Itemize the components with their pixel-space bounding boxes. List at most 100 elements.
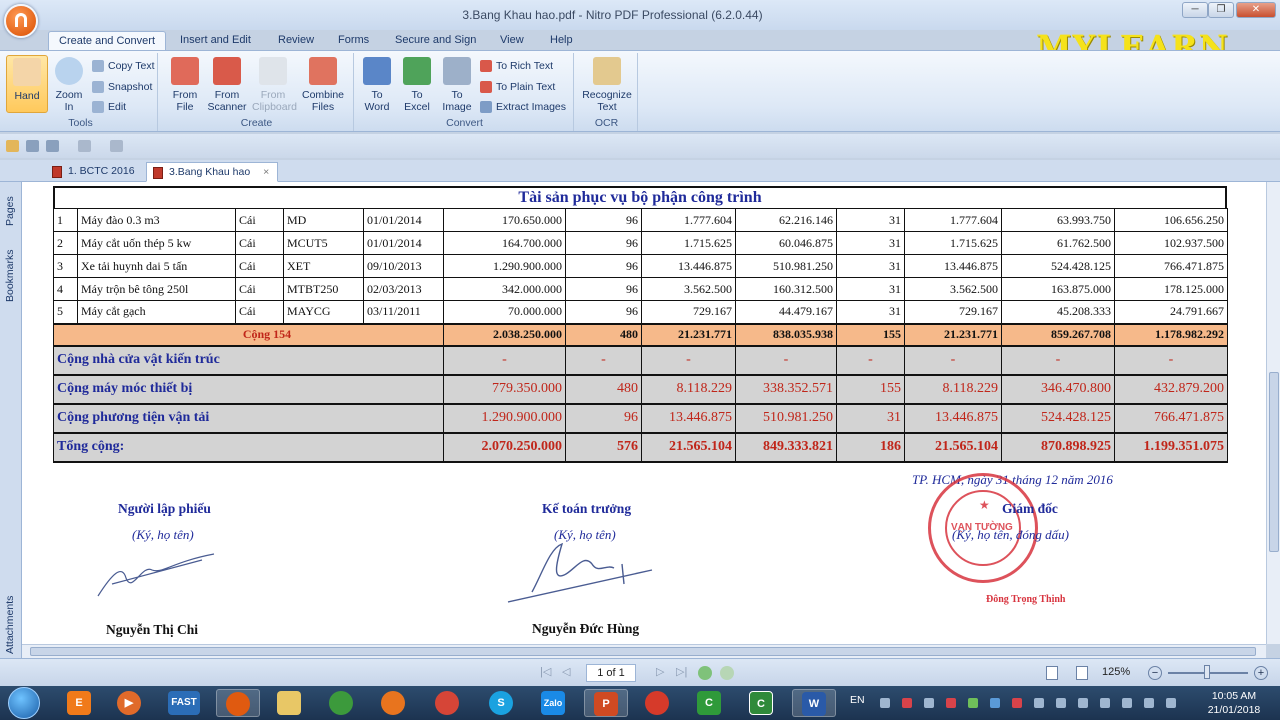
zoom-out-icon[interactable]: − bbox=[1148, 666, 1162, 680]
taskbar-app-13[interactable]: C bbox=[688, 689, 732, 717]
tray-icon-7[interactable] bbox=[1012, 698, 1022, 708]
taskbar-word[interactable]: W bbox=[792, 689, 836, 717]
page-indicator[interactable]: 1 of 1 bbox=[586, 664, 636, 682]
tab-insert-and-edit[interactable]: Insert and Edit bbox=[170, 31, 261, 50]
zoom-in-icon[interactable]: + bbox=[1254, 666, 1268, 680]
tab-create-and-convert[interactable]: Create and Convert bbox=[48, 31, 166, 50]
taskbar-skype[interactable]: S bbox=[480, 689, 524, 717]
taskbar-app-14[interactable]: C bbox=[740, 689, 784, 717]
close-tab-icon[interactable]: × bbox=[263, 166, 269, 178]
edit-button[interactable]: Edit bbox=[92, 98, 126, 116]
group-cell: - bbox=[836, 344, 905, 376]
tray-icon-4[interactable] bbox=[946, 698, 956, 708]
taskbar-app-2[interactable]: ▶ bbox=[108, 689, 152, 717]
app-menu-button[interactable] bbox=[4, 4, 38, 38]
to-image-button[interactable]: To Image bbox=[436, 55, 478, 113]
taskbar-app-3[interactable]: FAST bbox=[162, 689, 206, 717]
restore-button[interactable]: ❐ bbox=[1208, 2, 1234, 18]
undo-icon[interactable] bbox=[78, 140, 91, 152]
from-clipboard-button[interactable]: From Clipboard bbox=[252, 55, 297, 113]
tray-icon-1[interactable] bbox=[880, 698, 890, 708]
taskbar-firefox[interactable] bbox=[372, 689, 416, 717]
table-cell: 2 bbox=[53, 231, 78, 255]
recognize-text-button[interactable]: Recognize Text bbox=[582, 55, 632, 113]
tray-icon-8[interactable] bbox=[1034, 698, 1044, 708]
taskbar-zalo[interactable]: Zalo bbox=[532, 689, 576, 717]
tray-icon-13[interactable] bbox=[1144, 698, 1154, 708]
copy-text-button[interactable]: Copy Text bbox=[92, 57, 155, 75]
from-file-button[interactable]: From File bbox=[164, 55, 206, 113]
back-view-icon[interactable] bbox=[698, 666, 712, 680]
flag-icon[interactable] bbox=[1166, 698, 1176, 708]
redo-icon[interactable] bbox=[110, 140, 123, 152]
print-icon[interactable] bbox=[46, 140, 59, 152]
doc-tab-bctc[interactable]: 1. BCTC 2016 bbox=[46, 162, 143, 182]
attachments-panel-tab[interactable]: Attachments bbox=[4, 596, 16, 654]
tab-forms[interactable]: Forms bbox=[328, 31, 379, 50]
taskbar-app-1[interactable]: E bbox=[58, 689, 102, 717]
zoom-in-button[interactable]: Zoom In bbox=[48, 55, 90, 113]
table-cell: 96 bbox=[565, 300, 642, 324]
taskbar-app-12[interactable] bbox=[636, 689, 680, 717]
taskbar-chrome[interactable] bbox=[426, 689, 470, 717]
zoom-slider-handle[interactable] bbox=[1204, 665, 1210, 679]
subtotal-cell: 480 bbox=[565, 322, 642, 347]
to-word-button[interactable]: To Word bbox=[356, 55, 398, 113]
tab-view[interactable]: View bbox=[490, 31, 534, 50]
open-icon[interactable] bbox=[6, 140, 19, 152]
group-cell: - bbox=[904, 344, 1002, 376]
clock[interactable]: 10:05 AM 21/01/2018 bbox=[1196, 689, 1272, 717]
snapshot-button[interactable]: Snapshot bbox=[92, 78, 152, 96]
single-page-icon[interactable] bbox=[1046, 666, 1058, 680]
forward-view-icon[interactable] bbox=[720, 666, 734, 680]
side-panel: Pages Bookmarks Attachments bbox=[0, 182, 22, 660]
tray-icon-3[interactable] bbox=[924, 698, 934, 708]
tab-help[interactable]: Help bbox=[540, 31, 583, 50]
tray-icon-2[interactable] bbox=[902, 698, 912, 708]
c-outline-icon: C bbox=[749, 691, 773, 715]
language-indicator[interactable]: EN bbox=[850, 694, 865, 706]
extract-images-button[interactable]: Extract Images bbox=[480, 98, 566, 116]
to-excel-button[interactable]: To Excel bbox=[396, 55, 438, 113]
hand-button[interactable]: Hand bbox=[6, 55, 48, 113]
doc-tab-bang-khau-hao[interactable]: 3.Bang Khau hao × bbox=[146, 162, 279, 182]
close-button[interactable]: ✕ bbox=[1236, 2, 1276, 18]
taskbar-nitro[interactable] bbox=[216, 689, 260, 717]
horizontal-scrollbar[interactable] bbox=[22, 644, 1266, 658]
next-page-icon[interactable]: ▷ bbox=[656, 665, 664, 678]
table-cell: 96 bbox=[565, 231, 642, 255]
pdf-icon bbox=[153, 167, 163, 179]
combine-files-button[interactable]: Combine Files bbox=[302, 55, 344, 113]
prev-page-icon[interactable]: ◁ bbox=[562, 665, 570, 678]
tray-icon-5[interactable] bbox=[968, 698, 978, 708]
tray-icon-6[interactable] bbox=[990, 698, 1000, 708]
minimize-button[interactable]: ─ bbox=[1182, 2, 1208, 18]
continuous-page-icon[interactable] bbox=[1076, 666, 1088, 680]
from-scanner-button[interactable]: From Scanner bbox=[206, 55, 248, 113]
to-plain-text-button[interactable]: To Plain Text bbox=[480, 78, 555, 96]
first-page-icon[interactable]: |◁ bbox=[540, 665, 551, 678]
tray-icon-11[interactable] bbox=[1100, 698, 1110, 708]
tab-review[interactable]: Review bbox=[268, 31, 324, 50]
group-cell: - bbox=[1114, 344, 1228, 376]
taskbar-app-6[interactable] bbox=[320, 689, 364, 717]
document-view[interactable]: Tài sản phục vụ bộ phận công trình 1 Máy … bbox=[22, 182, 1266, 644]
group-cell: 766.471.875 bbox=[1114, 402, 1228, 434]
to-rich-text-button[interactable]: To Rich Text bbox=[480, 57, 553, 75]
group-label: Cộng phương tiện vận tải bbox=[53, 402, 444, 434]
tray-icon-12[interactable] bbox=[1122, 698, 1132, 708]
pages-panel-tab[interactable]: Pages bbox=[4, 196, 16, 226]
table-cell: 3.562.500 bbox=[641, 277, 736, 301]
network-icon[interactable] bbox=[1078, 698, 1088, 708]
taskbar-powerpoint[interactable]: P bbox=[584, 689, 628, 717]
start-button[interactable] bbox=[8, 687, 40, 719]
bookmarks-panel-tab[interactable]: Bookmarks bbox=[4, 249, 16, 302]
speaker-icon[interactable] bbox=[1056, 698, 1066, 708]
tab-secure-and-sign[interactable]: Secure and Sign bbox=[385, 31, 486, 50]
last-page-icon[interactable]: ▷| bbox=[676, 665, 687, 678]
taskbar-explorer[interactable] bbox=[268, 689, 312, 717]
vertical-scrollbar[interactable] bbox=[1266, 182, 1280, 644]
save-icon[interactable] bbox=[26, 140, 39, 152]
table-cell: MAYCG bbox=[283, 300, 364, 324]
table-cell: 1 bbox=[53, 208, 78, 232]
